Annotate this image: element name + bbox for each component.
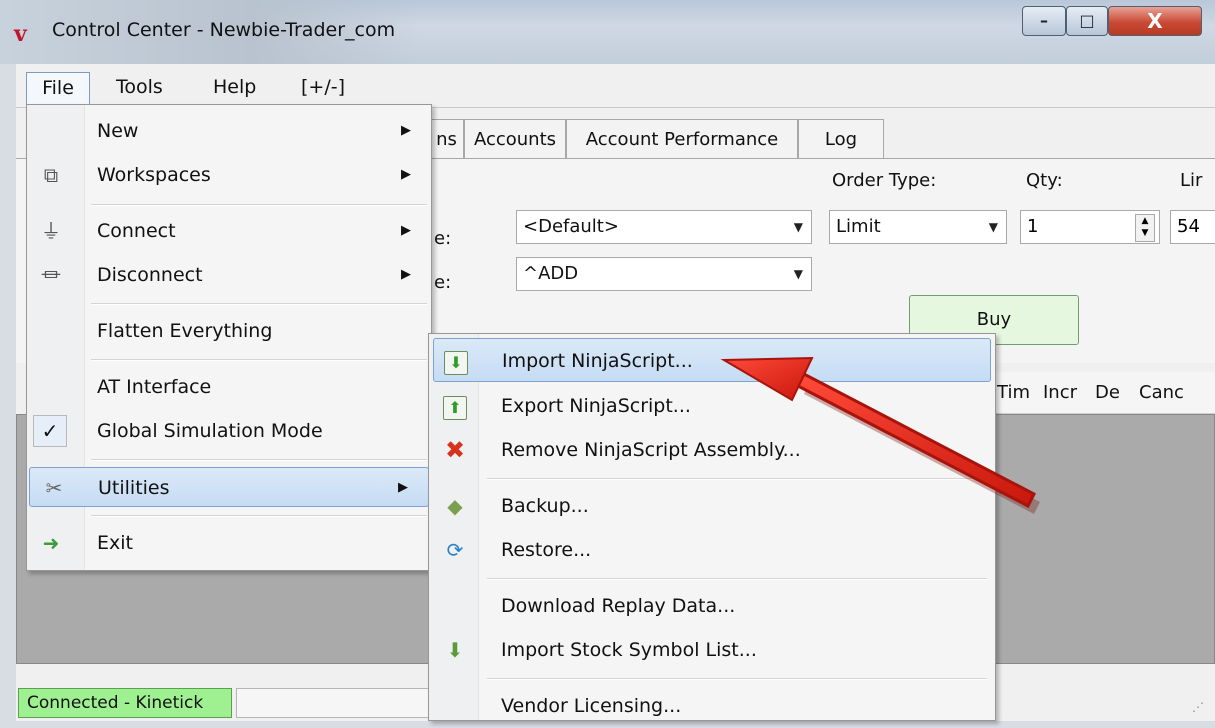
resize-grip-icon[interactable]: ⋰ <box>1192 700 1210 718</box>
menu-item-backup[interactable]: ◆ Backup... <box>433 484 991 528</box>
tab-log[interactable]: Log <box>798 119 884 159</box>
close-button[interactable]: X <box>1108 6 1202 36</box>
menu-item-flatten-everything[interactable]: Flatten Everything <box>27 311 431 351</box>
account-label: e: <box>434 228 452 249</box>
menu-expand[interactable]: [+/-] <box>301 72 345 102</box>
chevron-down-icon: ▼ <box>793 267 803 281</box>
menu-item-new[interactable]: New ▶ <box>27 111 431 151</box>
spin-arrows-icon[interactable]: ▲ ▼ <box>1135 214 1155 242</box>
menu-item-connect[interactable]: ⏚ Connect ▶ <box>27 211 431 251</box>
submenu-arrow-icon: ▶ <box>401 123 411 138</box>
file-menu: New ▶ ⧉ Workspaces ▶ ⏚ Connect ▶ ⏛ Disco… <box>26 104 432 571</box>
order-type-dropdown[interactable]: Limit ▼ <box>829 210 1007 244</box>
minimize-button[interactable]: – <box>1022 6 1066 36</box>
menu-tools[interactable]: Tools <box>116 72 163 102</box>
tools-icon: ✂ <box>45 476 63 500</box>
submenu-arrow-icon: ▶ <box>401 267 411 282</box>
red-x-icon: ✖ <box>444 436 466 464</box>
menu-item-disconnect[interactable]: ⏛ Disconnect ▶ <box>27 255 431 295</box>
menu-item-export-ninjascript[interactable]: ⬆ Export NinjaScript... <box>433 384 991 428</box>
menu-file[interactable]: File <box>26 72 90 108</box>
submenu-arrow-icon: ▶ <box>401 167 411 182</box>
chevron-down-icon: ▼ <box>793 220 803 234</box>
menu-item-workspaces[interactable]: ⧉ Workspaces ▶ <box>27 155 431 195</box>
submenu-arrow-icon: ▶ <box>398 480 408 495</box>
utilities-submenu: ⬇ Import NinjaScript... ⬆ Export NinjaSc… <box>428 333 996 721</box>
checkmark-icon: ✓ <box>33 415 67 447</box>
connection-status: Connected - Kinetick <box>18 688 232 718</box>
limit-price-field[interactable]: 54 <box>1170 210 1215 244</box>
menu-item-remove-ninjascript-assembly[interactable]: ✖ Remove NinjaScript Assembly... <box>433 428 991 472</box>
app-logo-icon: v <box>14 21 27 47</box>
menu-item-vendor-licensing[interactable]: Vendor Licensing... <box>433 684 991 728</box>
tab-accounts[interactable]: Accounts <box>464 119 566 159</box>
workspaces-icon: ⧉ <box>43 163 59 187</box>
restore-icon: ⟳ <box>446 538 464 562</box>
menu-item-exit[interactable]: ➜ Exit <box>27 523 431 563</box>
instrument-dropdown[interactable]: ^ADD ▼ <box>516 257 812 291</box>
tab-positions[interactable]: ns <box>430 119 464 159</box>
menu-item-download-replay-data[interactable]: Download Replay Data... <box>433 584 991 628</box>
submenu-arrow-icon: ▶ <box>401 223 411 238</box>
orders-grid-header: Tim Incr De Canc <box>985 372 1215 414</box>
qty-label: Qty: <box>1026 170 1063 191</box>
account-dropdown[interactable]: <Default> ▼ <box>516 210 812 244</box>
menu-bar: File Tools Help [+/-] <box>16 64 1215 108</box>
chevron-down-icon: ▼ <box>988 220 998 234</box>
menu-item-import-ninjascript[interactable]: ⬇ Import NinjaScript... <box>433 338 991 382</box>
quantity-stepper[interactable]: 1 ▲ ▼ <box>1020 210 1160 244</box>
column-cancel[interactable]: Canc <box>1139 372 1184 414</box>
status-field <box>236 688 432 718</box>
column-details[interactable]: De <box>1095 372 1120 414</box>
backup-icon: ◆ <box>447 494 463 518</box>
tab-strip: ns Accounts Account Performance Log <box>430 119 1215 159</box>
tab-account-performance[interactable]: Account Performance <box>566 119 798 159</box>
menu-item-at-interface[interactable]: AT Interface <box>27 367 431 407</box>
maximize-button[interactable]: □ <box>1066 6 1108 36</box>
import-list-icon: ⬇ <box>446 638 464 662</box>
export-arrow-icon: ⬆ <box>441 392 469 420</box>
order-type-label: Order Type: <box>832 170 937 191</box>
menu-item-utilities[interactable]: ✂ Utilities ▶ <box>29 467 429 507</box>
import-arrow-icon: ⬇ <box>442 347 470 375</box>
window-title: Control Center - Newbie-Trader_com <box>52 19 396 41</box>
exit-door-icon: ➜ <box>42 531 60 555</box>
menu-item-restore[interactable]: ⟳ Restore... <box>433 528 991 572</box>
menu-item-global-simulation-mode[interactable]: ✓ Global Simulation Mode <box>27 411 431 451</box>
instrument-label: e: <box>434 272 452 293</box>
column-increment[interactable]: Incr <box>1043 372 1077 414</box>
column-time[interactable]: Tim <box>997 372 1030 414</box>
unplug-icon: ⏛ <box>41 263 61 287</box>
menu-item-import-stock-symbol-list[interactable]: ⬇ Import Stock Symbol List... <box>433 628 991 672</box>
plug-icon: ⏚ <box>41 219 61 243</box>
menu-help[interactable]: Help <box>213 72 256 102</box>
limit-price-label: Lir <box>1180 170 1203 191</box>
